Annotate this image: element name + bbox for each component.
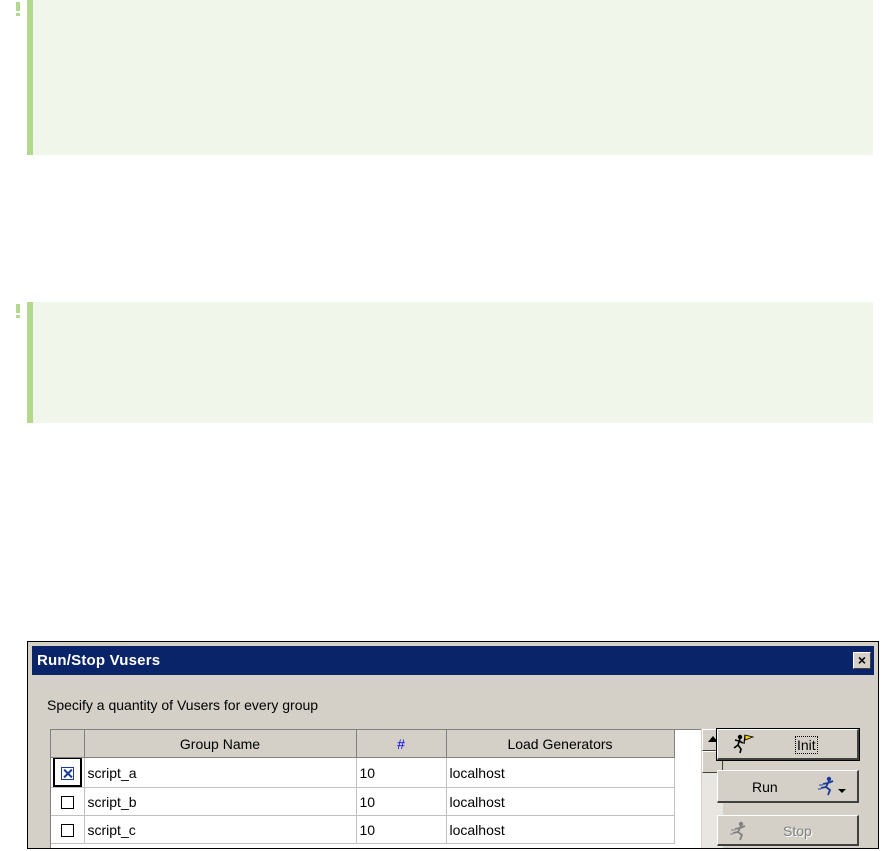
row-checkbox[interactable] bbox=[60, 824, 74, 838]
runner-flag-icon bbox=[731, 734, 757, 757]
running-man-dropdown-icon bbox=[817, 776, 849, 801]
run-stop-vusers-dialog: Run/Stop Vusers × Specify a quantity of … bbox=[27, 641, 879, 849]
column-header-group-name[interactable]: Group Name bbox=[84, 730, 357, 758]
stop-button[interactable]: Stop bbox=[717, 815, 859, 846]
table-row[interactable]: script_b 10 localhost bbox=[51, 787, 675, 816]
vuser-count-cell[interactable]: 10 bbox=[356, 757, 447, 788]
row-select-cell[interactable] bbox=[51, 757, 85, 788]
table-row[interactable]: script_a 10 localhost bbox=[51, 757, 675, 788]
load-generator-cell[interactable]: localhost bbox=[446, 815, 675, 844]
column-header-load-generators[interactable]: Load Generators bbox=[446, 730, 675, 758]
run-label: Run bbox=[752, 779, 778, 795]
init-label: Init bbox=[795, 736, 818, 754]
exclamation-icon bbox=[15, 2, 21, 16]
vuser-groups-table: Group Name # Load Generators script_a 10… bbox=[50, 729, 701, 848]
vuser-count-cell[interactable]: 10 bbox=[356, 815, 447, 844]
stop-label: Stop bbox=[783, 823, 812, 839]
row-select-cell[interactable] bbox=[51, 787, 85, 816]
focus-rect bbox=[52, 757, 82, 787]
close-button[interactable]: × bbox=[853, 652, 871, 669]
run-button[interactable]: Run bbox=[717, 770, 859, 803]
dialog-title: Run/Stop Vusers bbox=[37, 652, 161, 669]
instruction-text: Specify a quantity of Vusers for every g… bbox=[47, 697, 319, 713]
stop-runner-icon bbox=[730, 821, 754, 844]
group-name-cell[interactable]: script_b bbox=[84, 787, 357, 816]
vuser-count-cell[interactable]: 10 bbox=[356, 787, 447, 816]
exclamation-icon bbox=[15, 304, 21, 318]
note-box-2 bbox=[16, 302, 873, 423]
row-checkbox[interactable] bbox=[60, 766, 74, 780]
column-header-count[interactable]: # bbox=[356, 730, 447, 758]
note-box-1 bbox=[16, 0, 873, 155]
load-generator-cell[interactable]: localhost bbox=[446, 787, 675, 816]
group-name-cell[interactable]: script_c bbox=[84, 815, 357, 844]
row-select-cell[interactable] bbox=[51, 815, 85, 844]
load-generator-cell[interactable]: localhost bbox=[446, 757, 675, 788]
row-checkbox[interactable] bbox=[60, 796, 74, 810]
group-name-cell[interactable]: script_a bbox=[84, 757, 357, 788]
dialog-titlebar: Run/Stop Vusers × bbox=[32, 646, 874, 675]
table-header-row: Group Name # Load Generators bbox=[51, 730, 675, 758]
init-button[interactable]: Init bbox=[716, 728, 860, 761]
table-row[interactable]: script_c 10 localhost bbox=[51, 815, 675, 844]
column-header-select[interactable] bbox=[51, 730, 85, 758]
